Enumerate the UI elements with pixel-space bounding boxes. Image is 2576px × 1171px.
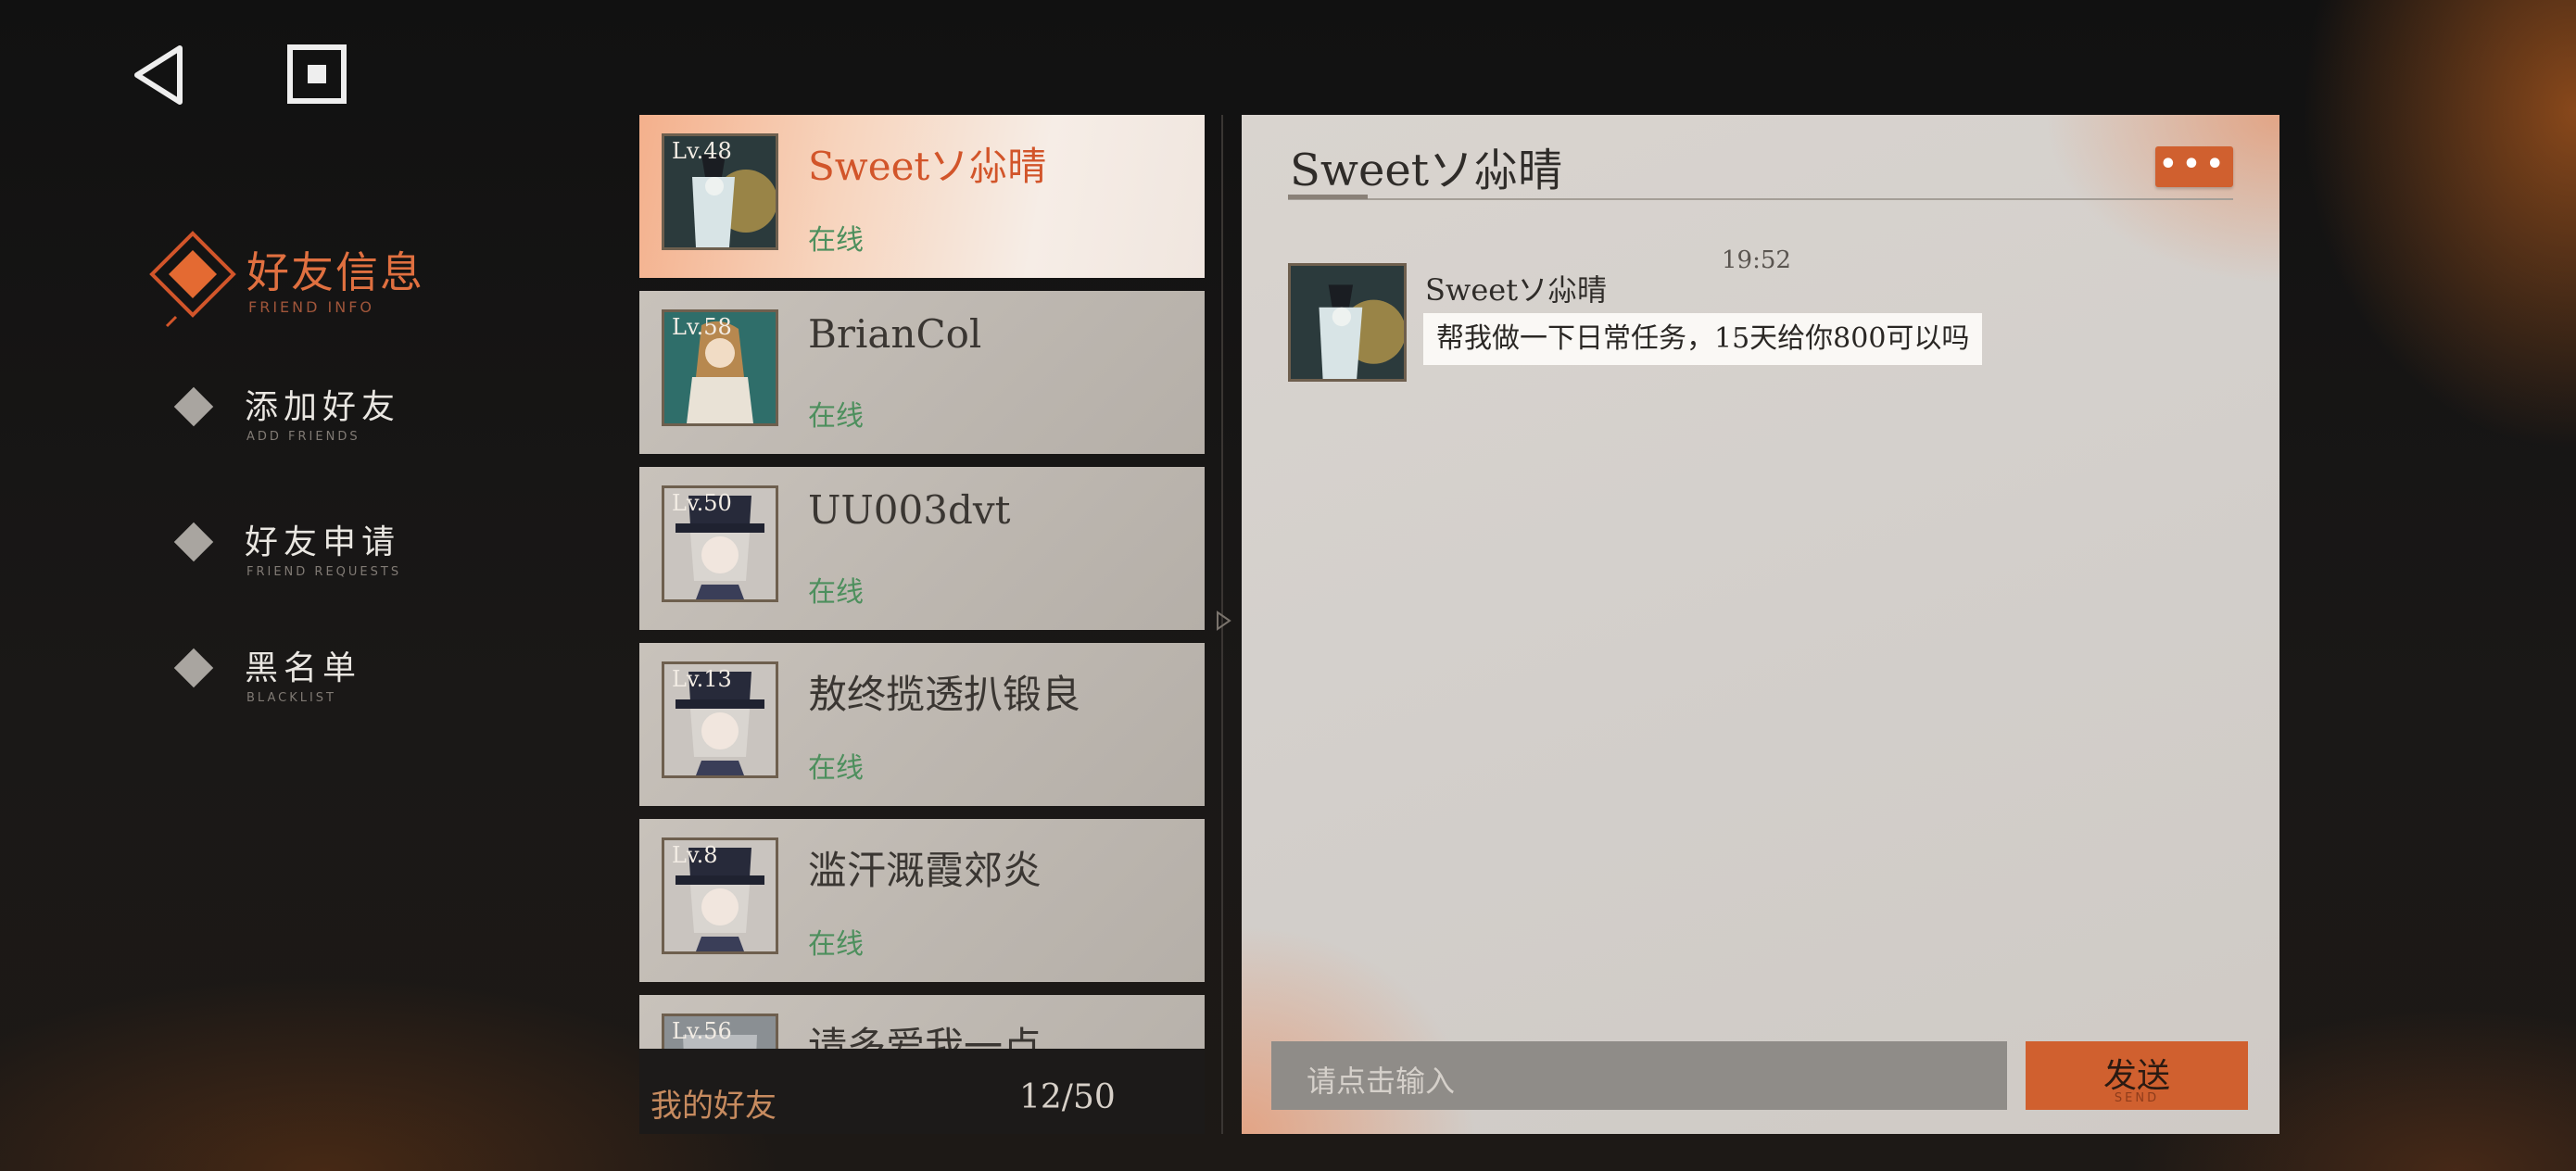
menu-item-sub: FRIEND REQUESTS xyxy=(246,565,402,579)
friends-screen: 好友信息 FRIEND INFO 添加好友 ADD FRIENDS 好友申请 F… xyxy=(0,0,2576,1171)
menu-item-sub: ADD FRIENDS xyxy=(246,430,360,444)
message-bubble: 帮我做一下日常任务，15天给你800可以吗 xyxy=(1423,313,1983,365)
menu-item-label: 黑名单 xyxy=(245,649,362,687)
menu-title-sub: FRIEND INFO xyxy=(248,298,375,316)
chat-input-placeholder: 请点击输入 xyxy=(1307,1064,1456,1099)
back-icon[interactable] xyxy=(128,43,193,107)
more-options-button[interactable]: ••• xyxy=(2155,146,2233,187)
menu-item-add-friends[interactable]: 添加好友 ADD FRIENDS xyxy=(172,374,450,448)
friend-name: 请多爱我一点 xyxy=(808,1024,1042,1049)
collapse-arrow-icon[interactable] xyxy=(1214,610,1232,632)
menu-item-label: 添加好友 xyxy=(245,388,401,426)
level-label: Lv.8 xyxy=(672,842,718,868)
more-dots-icon: ••• xyxy=(2159,148,2229,181)
menu-item-sub: BLACKLIST xyxy=(246,691,336,705)
message-sender: Sweetソ尛晴 xyxy=(1425,272,1608,308)
menu-title: 好友信息 xyxy=(246,247,424,297)
friend-status: 在线 xyxy=(808,400,864,433)
friend-card[interactable]: Lv.8 滥汗溉霞郊炎 在线 xyxy=(639,819,1205,982)
menu-item-blacklist[interactable]: 黑名单 BLACKLIST xyxy=(172,636,450,710)
menu-item-label: 好友申请 xyxy=(245,523,401,561)
chat-input[interactable]: 请点击输入 xyxy=(1271,1041,2007,1110)
menu-header[interactable]: 好友信息 FRIEND INFO xyxy=(148,230,454,328)
friend-list[interactable]: Lv.48 Sweetソ尛晴 在线 Lv.58 BrianCol 在线 Lv.5… xyxy=(639,115,1205,1049)
friend-card[interactable]: Lv.50 UU003dvt 在线 xyxy=(639,467,1205,630)
friend-name: 滥汗溉霞郊炎 xyxy=(808,848,1042,893)
title-divider xyxy=(1288,198,2233,200)
level-label: Lv.13 xyxy=(672,666,732,692)
avatar: Lv.50 xyxy=(662,485,778,602)
message-avatar[interactable] xyxy=(1288,263,1407,382)
menu-item-friend-requests[interactable]: 好友申请 FRIEND REQUESTS xyxy=(172,510,450,584)
diamond-icon xyxy=(173,648,214,688)
message-time: 19:52 xyxy=(1722,246,1791,274)
level-label: Lv.50 xyxy=(672,490,732,516)
chat-title: Sweetソ尛晴 xyxy=(1290,145,1563,196)
send-label: 发送 xyxy=(2102,1057,2170,1095)
friend-name: BrianCol xyxy=(808,311,982,357)
level-label: Lv.56 xyxy=(672,1018,732,1044)
friend-card[interactable]: Lv.58 BrianCol 在线 xyxy=(639,291,1205,454)
diamond-icon xyxy=(173,522,214,562)
friend-count: 12/50 xyxy=(1019,1078,1116,1116)
title-divider-accent xyxy=(1288,195,1368,199)
friend-name: 敖终揽透扒锻良 xyxy=(808,672,1081,717)
avatar: Lv.56 xyxy=(662,1014,778,1049)
friend-status: 在线 xyxy=(808,224,864,257)
avatar: Lv.58 xyxy=(662,309,778,426)
friend-card[interactable]: Lv.13 敖终揽透扒锻良 在线 xyxy=(639,643,1205,806)
avatar: Lv.48 xyxy=(662,133,778,250)
diamond-icon xyxy=(173,386,214,427)
avatar: Lv.13 xyxy=(662,661,778,778)
friend-name: Sweetソ尛晴 xyxy=(808,144,1047,189)
friend-list-footer: 我的好友 12/50 xyxy=(639,1049,1205,1134)
send-sub-label: SEND xyxy=(2114,1091,2160,1105)
friend-status: 在线 xyxy=(808,752,864,785)
stop-icon[interactable] xyxy=(287,44,347,104)
chat-panel: Sweetソ尛晴 ••• 19:52 Sweetソ尛晴 帮我做一下日常任务，15… xyxy=(1242,115,2279,1134)
level-label: Lv.58 xyxy=(672,314,732,340)
avatar: Lv.8 xyxy=(662,837,778,954)
my-friends-label: 我的好友 xyxy=(650,1088,777,1125)
friend-card[interactable]: Lv.56 请多爱我一点 在线 xyxy=(639,995,1205,1049)
friend-status: 在线 xyxy=(808,928,864,961)
friend-card[interactable]: Lv.48 Sweetソ尛晴 在线 xyxy=(639,115,1205,278)
diamond-logo-icon xyxy=(149,231,236,328)
send-button[interactable]: 发送 SEND xyxy=(2026,1041,2248,1110)
friend-status: 在线 xyxy=(808,576,864,609)
friend-name: UU003dvt xyxy=(808,487,1011,533)
level-label: Lv.48 xyxy=(672,138,732,164)
